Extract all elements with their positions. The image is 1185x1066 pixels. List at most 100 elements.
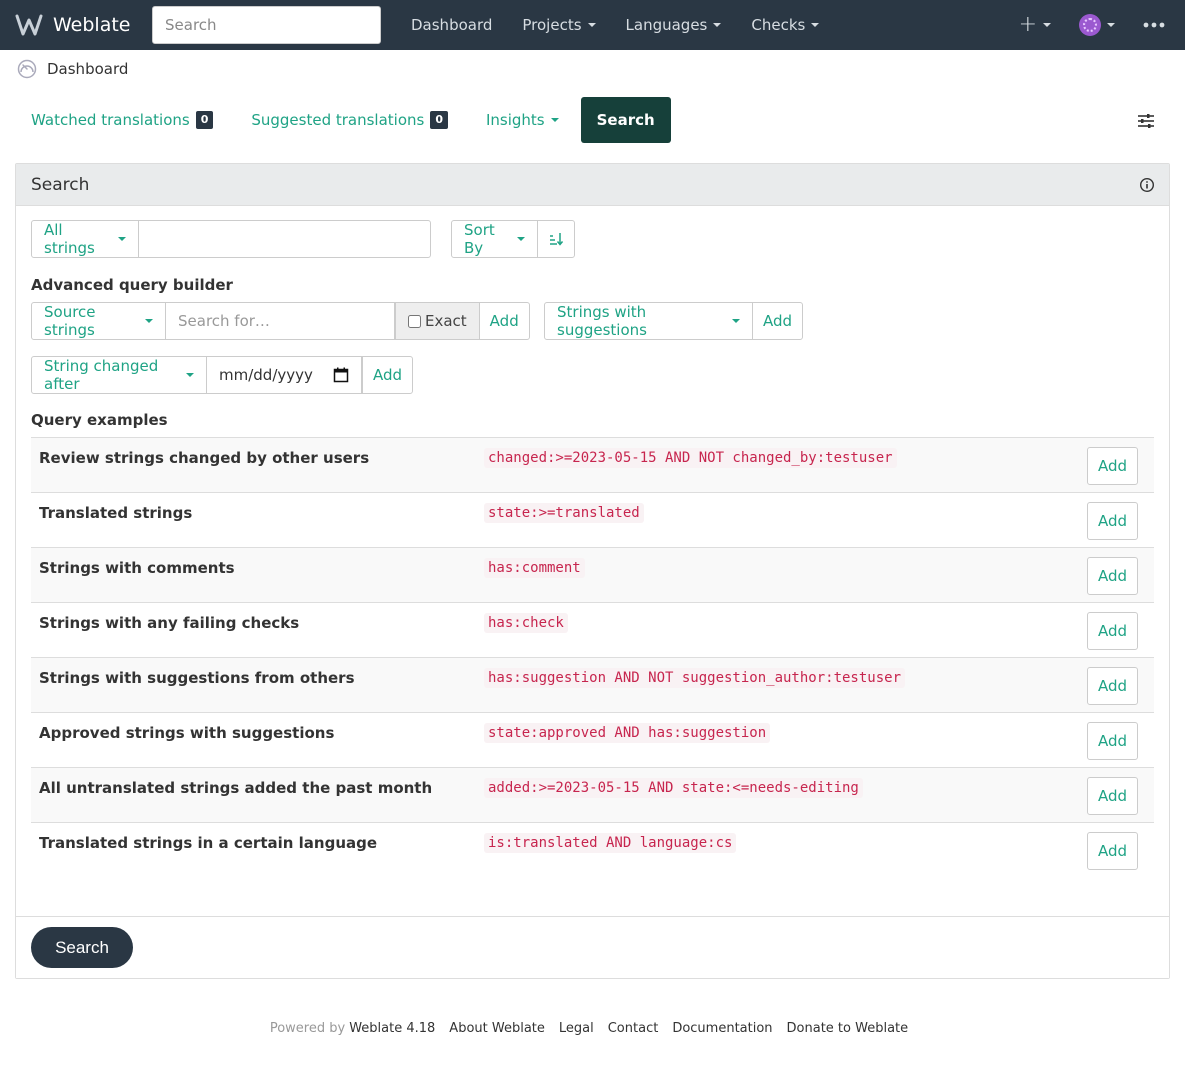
global-search-input[interactable] <box>152 6 381 44</box>
filter-dropdown-label: All strings <box>44 221 95 257</box>
table-row: Approved strings with suggestions state:… <box>31 712 1154 767</box>
chevron-down-icon <box>587 23 596 27</box>
query-examples-title: Query examples <box>31 411 168 429</box>
tab-suggested-translations[interactable]: Suggested translations 0 <box>235 97 464 143</box>
info-icon[interactable] <box>1140 178 1154 192</box>
chevron-down-icon <box>517 237 525 241</box>
source-search-group: Source strings Exact Add <box>31 302 530 340</box>
sort-group: Sort By <box>451 220 575 258</box>
suggestions-dropdown-label: Strings with suggestions <box>557 303 647 339</box>
example-query: state:approved AND has:suggestion <box>484 723 771 743</box>
brand-name: Weblate <box>53 14 131 36</box>
tab-search-label: Search <box>596 111 655 129</box>
add-example-button[interactable]: Add <box>1087 447 1138 485</box>
example-query: is:translated AND language:cs <box>484 833 737 853</box>
search-for-input[interactable] <box>165 302 395 340</box>
exact-checkbox-label[interactable]: Exact <box>395 302 480 340</box>
dashboard-icon <box>17 59 37 79</box>
page-footer: Powered by Weblate 4.18 About Weblate Le… <box>0 1018 1185 1038</box>
source-strings-dropdown[interactable]: Source strings <box>31 302 166 340</box>
suggestions-dropdown[interactable]: Strings with suggestions <box>544 302 753 340</box>
example-query: has:suggestion AND NOT suggestion_author… <box>484 668 906 688</box>
add-example-button[interactable]: Add <box>1087 722 1138 760</box>
weblate-logo-icon <box>15 14 43 36</box>
table-row: Strings with suggestions from others has… <box>31 657 1154 712</box>
chevron-down-icon <box>145 319 153 323</box>
add-label: Add <box>762 312 793 330</box>
string-changed-after-dropdown[interactable]: String changed after <box>31 356 207 394</box>
sort-direction-button[interactable] <box>537 220 575 258</box>
add-example-button[interactable]: Add <box>1087 832 1138 870</box>
add-example-button[interactable]: Add <box>1087 502 1138 540</box>
chevron-down-icon <box>550 118 559 122</box>
footer-link-version[interactable]: Weblate 4.18 <box>349 1021 435 1036</box>
chevron-down-icon <box>732 319 740 323</box>
breadcrumb: Dashboard <box>17 58 128 80</box>
nav-checks[interactable]: Checks <box>736 16 834 34</box>
example-label: Translated strings <box>39 504 193 522</box>
exact-label: Exact <box>425 312 467 330</box>
example-query: has:comment <box>484 558 585 578</box>
more-menu-button[interactable] <box>1143 22 1165 28</box>
sort-by-label: Sort By <box>464 221 495 257</box>
panel-footer: Search <box>16 916 1169 978</box>
footer-link-donate[interactable]: Donate to Weblate <box>787 1021 909 1036</box>
add-menu-button[interactable]: + <box>1019 14 1051 36</box>
nav-projects[interactable]: Projects <box>507 16 610 34</box>
table-row: Strings with any failing checks has:chec… <box>31 602 1154 657</box>
add-example-button[interactable]: Add <box>1087 667 1138 705</box>
tab-search[interactable]: Search <box>580 97 671 143</box>
example-label: Review strings changed by other users <box>39 449 370 467</box>
string-filter-dropdown[interactable]: All strings <box>31 220 139 258</box>
nav-dashboard[interactable]: Dashboard <box>396 16 507 34</box>
search-submit-button[interactable]: Search <box>31 927 133 968</box>
footer-link-legal[interactable]: Legal <box>559 1021 594 1036</box>
tab-watched-translations[interactable]: Watched translations 0 <box>15 97 229 143</box>
add-example-button[interactable]: Add <box>1087 612 1138 650</box>
suggestions-group: Strings with suggestions Add <box>544 302 803 340</box>
add-suggestions-query-button[interactable]: Add <box>752 302 803 340</box>
sliders-settings-icon[interactable] <box>1137 112 1155 130</box>
tab-suggested-label: Suggested translations <box>251 111 425 129</box>
sort-ascending-icon <box>550 233 563 246</box>
tab-insights-label: Insights <box>485 111 545 129</box>
count-badge: 0 <box>195 111 214 129</box>
query-input[interactable] <box>138 220 431 258</box>
nav-languages-label: Languages <box>625 16 708 34</box>
avatar <box>1079 14 1101 36</box>
footer-link-contact[interactable]: Contact <box>608 1021 659 1036</box>
date-input[interactable]: mm/dd/yyyy <box>206 356 362 394</box>
chevron-down-icon <box>1107 23 1115 27</box>
exact-checkbox[interactable] <box>408 314 421 328</box>
footer-link-about[interactable]: About Weblate <box>449 1021 545 1036</box>
add-date-query-button[interactable]: Add <box>362 356 413 394</box>
example-label: Approved strings with suggestions <box>39 724 335 742</box>
add-example-button[interactable]: Add <box>1087 777 1138 815</box>
add-example-button[interactable]: Add <box>1087 557 1138 595</box>
footer-link-documentation[interactable]: Documentation <box>672 1021 772 1036</box>
chevron-down-icon <box>118 237 126 241</box>
tab-insights[interactable]: Insights <box>470 97 575 143</box>
user-menu-button[interactable] <box>1079 14 1115 36</box>
add-label: Add <box>489 312 519 330</box>
sort-by-dropdown[interactable]: Sort By <box>451 220 538 258</box>
top-navbar: Weblate Dashboard Projects Languages Che… <box>0 0 1185 50</box>
table-row: All untranslated strings added the past … <box>31 767 1154 822</box>
add-source-query-button[interactable]: Add <box>478 302 530 340</box>
example-query: added:>=2023-05-15 AND state:<=needs-edi… <box>484 778 863 798</box>
more-dots-icon <box>1143 22 1165 28</box>
calendar-icon[interactable] <box>333 367 349 383</box>
example-query: has:check <box>484 613 568 633</box>
panel-heading: Search <box>16 164 1169 206</box>
advanced-query-title: Advanced query builder <box>31 276 233 294</box>
table-row: Translated strings state:>=translated Ad… <box>31 492 1154 547</box>
example-query: state:>=translated <box>484 503 644 523</box>
breadcrumb-dashboard[interactable]: Dashboard <box>47 60 128 78</box>
nav-languages[interactable]: Languages <box>611 16 737 34</box>
chevron-down-icon <box>811 23 820 27</box>
table-row: Review strings changed by other users ch… <box>31 437 1154 492</box>
example-query: changed:>=2023-05-15 AND NOT changed_by:… <box>484 448 897 468</box>
date-placeholder: mm/dd/yyyy <box>219 366 313 384</box>
chevron-down-icon <box>1043 23 1051 27</box>
brand-home-link[interactable]: Weblate <box>15 12 130 38</box>
